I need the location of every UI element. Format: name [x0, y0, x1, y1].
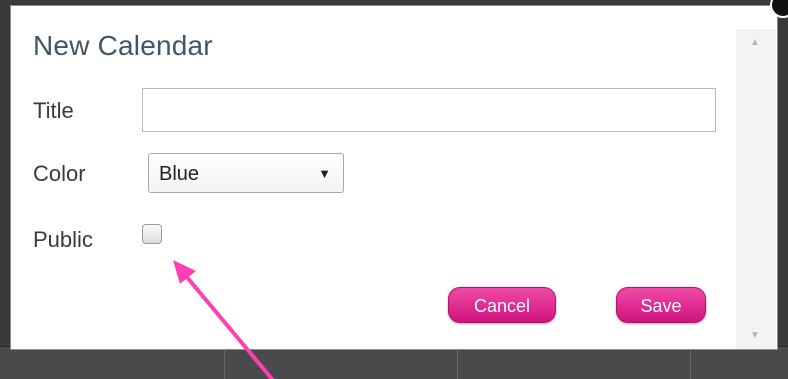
scrollbar[interactable]: ▲ ▼ [736, 29, 776, 349]
scroll-up-icon[interactable]: ▲ [750, 37, 760, 48]
public-label: Public [33, 227, 93, 252]
new-calendar-dialog: New Calendar Title Color Blue ▼ Public C… [10, 5, 778, 350]
public-checkbox[interactable] [142, 224, 162, 244]
title-label: Title [33, 98, 74, 123]
color-select-value: Blue [159, 163, 200, 185]
title-input[interactable] [142, 88, 716, 132]
caret-down-icon: ▼ [318, 166, 331, 181]
color-label: Color [33, 161, 86, 186]
save-button[interactable]: Save [616, 287, 706, 323]
cancel-button[interactable]: Cancel [448, 287, 556, 323]
scroll-down-icon[interactable]: ▼ [750, 330, 760, 341]
dialog-title: New Calendar [33, 30, 213, 61]
strip-divider [690, 347, 691, 379]
strip-divider [224, 347, 225, 379]
color-select[interactable]: Blue ▼ [148, 153, 344, 193]
screen: New Calendar Title Color Blue ▼ Public C… [0, 0, 788, 379]
strip-divider [457, 347, 458, 379]
background-strip [0, 346, 788, 379]
